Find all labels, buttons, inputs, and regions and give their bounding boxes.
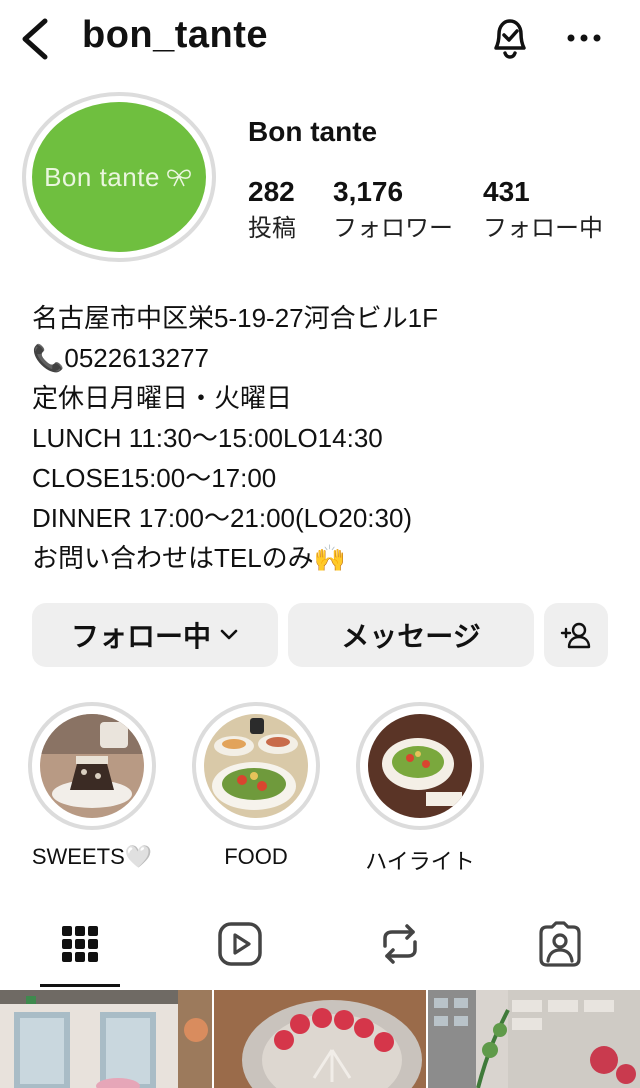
posts-grid (0, 990, 640, 1088)
message-button-label: メッセージ (341, 620, 481, 653)
following-count-value: 431 (483, 176, 530, 207)
bio-contact-line: お問い合わせはTELのみ🙌 (32, 538, 622, 578)
highlight-sweets-label: SWEETS🤍 (31, 844, 153, 869)
grid-icon (62, 926, 98, 962)
profile-username: bon_tante (82, 14, 269, 56)
bio-phone[interactable]: 0522613277 (64, 343, 209, 373)
following-button-label: フォロー中 (70, 620, 211, 653)
chevron-down-icon (220, 629, 238, 640)
top-bar: bon_tante (0, 0, 640, 80)
suggested-users-button[interactable] (544, 603, 608, 667)
add-user-icon (560, 622, 591, 649)
tab-reels[interactable] (160, 900, 320, 988)
highlight-default[interactable]: ハイライト (345, 702, 495, 876)
back-button[interactable] (14, 14, 54, 64)
notifications-button[interactable] (486, 14, 534, 62)
following-count[interactable]: 431 フォロー中 (483, 174, 603, 246)
more-horizontal-icon (567, 34, 601, 42)
post-thumbnail[interactable] (214, 990, 426, 1088)
avatar-logo-text: Bon tante (44, 161, 160, 192)
post-thumbnail[interactable] (0, 990, 212, 1088)
bio-closed-days: 定休日月曜日・火曜日 (32, 383, 293, 413)
profile-display-name: Bon tante (248, 116, 378, 147)
bell-check-icon (494, 19, 526, 59)
tab-reposts[interactable] (320, 900, 480, 988)
bio-phone-line: 📞0522613277 (32, 338, 622, 378)
following-count-label: フォロー中 (483, 214, 603, 242)
profile-tabs (0, 900, 640, 990)
following-button[interactable]: フォロー中 (32, 603, 278, 667)
posts-count-value: 282 (248, 176, 295, 207)
highlight-food-label: FOOD (224, 844, 288, 869)
profile-bio: 名古屋市中区栄5-19-27河合ビル1F 📞0522613277 定休日月曜日・… (32, 298, 622, 578)
highlight-food[interactable]: FOOD (181, 702, 331, 870)
profile-avatar[interactable]: Bon tante (22, 92, 216, 262)
followers-count-label: フォロワー (333, 214, 453, 242)
tagged-icon (539, 921, 581, 967)
bio-close-hours: CLOSE15:00～17:00 (32, 463, 277, 493)
reposts-icon (383, 924, 417, 964)
highlight-sweets[interactable]: SWEETS🤍 (17, 702, 167, 870)
active-tab-indicator (40, 984, 120, 987)
followers-count-value: 3,176 (333, 176, 404, 207)
raised-hands-icon: 🙌 (313, 543, 347, 573)
bio-dinner-hours: DINNER 17:00～21:00(LO20:30) (32, 503, 413, 533)
tab-tagged[interactable] (480, 900, 640, 988)
telephone-icon: 📞 (32, 343, 65, 373)
tab-posts-grid[interactable] (0, 900, 160, 988)
highlight-default-cover (368, 714, 472, 818)
highlight-sweets-cover (40, 714, 144, 818)
highlight-food-cover (204, 714, 308, 818)
bio-lunch-hours: LUNCH 11:30～15:00LO14:30 (32, 423, 383, 453)
chevron-left-icon (22, 18, 48, 60)
bio-address: 名古屋市中区栄5-19-27河合ビル1F (32, 303, 438, 333)
reels-icon (218, 922, 262, 966)
posts-count-label: 投稿 (248, 214, 296, 242)
more-options-button[interactable] (560, 14, 608, 62)
post-thumbnail[interactable] (428, 990, 640, 1088)
followers-count[interactable]: 3,176 フォロワー (333, 174, 453, 246)
message-button[interactable]: メッセージ (288, 603, 534, 667)
bio-contact: お問い合わせはTELのみ (32, 543, 314, 573)
highlight-default-label: ハイライト (365, 849, 475, 874)
avatar-logo: Bon tante (32, 102, 206, 252)
posts-count[interactable]: 282 投稿 (248, 174, 296, 246)
ribbon-icon (167, 169, 191, 187)
